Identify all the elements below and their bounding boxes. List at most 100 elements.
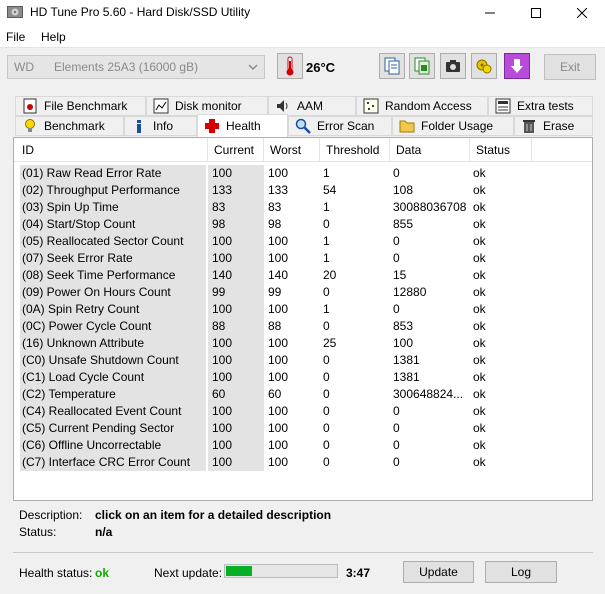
cell-data: 1381 [393,353,420,367]
divider [13,552,593,553]
table-row[interactable]: (C7) Interface CRC Error Count 100 100 0 0 ok [14,454,592,471]
cell-data: 1381 [393,370,420,384]
tab-aam[interactable]: AAM [268,96,356,116]
cell-status: ok [473,251,486,265]
cell-data: 300648824... [393,387,464,401]
tab-label: Info [153,119,174,133]
table-row[interactable]: (08) Seek Time Performance 140 140 20 15 ok [14,267,592,284]
health-cross-icon [205,119,219,133]
tab-benchmark[interactable]: Benchmark [15,116,124,136]
tab-label: Disk monitor [175,99,242,113]
copy-image-button[interactable] [409,53,435,79]
cell-id: (05) Reallocated Sector Count [20,233,206,250]
cell-worst: 99 [268,285,282,299]
table-row[interactable]: (09) Power On Hours Count 99 99 0 12880 ok [14,284,592,301]
tab-file-benchmark[interactable]: File Benchmark [15,96,146,116]
table-row[interactable]: (C0) Unsafe Shutdown Count 100 100 0 1381 ok [14,352,592,369]
table-row[interactable]: (02) Throughput Performance 133 133 54 108 ok [14,182,592,199]
drive-select[interactable]: WD Elements 25A3 (16000 gB) [7,55,265,79]
cell-threshold: 0 [323,421,330,435]
maximize-button[interactable] [513,0,559,26]
camera-icon [446,60,460,72]
cell-threshold: 1 [323,166,330,180]
header-id[interactable]: ID [14,138,208,162]
table-row[interactable]: (0A) Spin Retry Count 100 100 1 0 ok [14,301,592,318]
table-row[interactable]: (01) Raw Read Error Rate 100 100 1 0 ok [14,165,592,182]
cell-worst: 100 [268,302,289,316]
countdown: 3:47 [346,566,371,580]
drive-model: Elements 25A3 (16000 gB) [54,60,199,74]
health-status-label: Health status: [19,566,93,580]
table-row[interactable]: (C2) Temperature 60 60 0 300648824... ok [14,386,592,403]
cell-data: 0 [393,404,400,418]
header-threshold[interactable]: Threshold [320,138,390,162]
menu-help[interactable]: Help [41,30,66,44]
screenshot-button[interactable] [440,53,466,79]
health-status-value: ok [95,566,110,580]
cell-worst: 100 [268,404,289,418]
cell-threshold: 25 [323,336,337,350]
cell-data: 15 [393,268,407,282]
cell-worst: 88 [268,319,282,333]
cell-id: (0C) Power Cycle Count [20,318,206,335]
cell-status: ok [473,302,486,316]
window-title: HD Tune Pro 5.60 - Hard Disk/SSD Utility [30,5,251,19]
cell-status: ok [473,404,486,418]
maximize-icon [531,8,541,18]
cell-current: 100 [208,369,264,386]
table-row[interactable]: (C1) Load Cycle Count 100 100 0 1381 ok [14,369,592,386]
table-row[interactable]: (07) Seek Error Rate 100 100 1 0 ok [14,250,592,267]
header-worst[interactable]: Worst [264,138,320,162]
table-row[interactable]: (04) Start/Stop Count 98 98 0 855 ok [14,216,592,233]
tab-label: Random Access [385,99,472,113]
tab-error-scan[interactable]: Error Scan [288,116,392,136]
cell-current: 100 [208,352,264,369]
cell-threshold: 54 [323,183,337,197]
cell-worst: 83 [268,200,282,214]
cell-id: (C0) Unsafe Shutdown Count [20,352,206,369]
menu-file[interactable]: File [6,30,25,44]
options-button[interactable] [471,53,497,79]
table-row[interactable]: (C6) Offline Uncorrectable 100 100 0 0 ok [14,437,592,454]
cell-id: (C2) Temperature [20,386,206,403]
table-row[interactable]: (16) Unknown Attribute 100 100 25 100 ok [14,335,592,352]
status-value: n/a [95,525,113,539]
header-current[interactable]: Current [208,138,264,162]
tab-health[interactable]: Health [197,114,288,137]
table-row[interactable]: (C4) Reallocated Event Count 100 100 0 0 ok [14,403,592,420]
cell-threshold: 20 [323,268,337,282]
header-status[interactable]: Status [470,138,532,162]
table-row[interactable]: (C5) Current Pending Sector 100 100 0 0 ok [14,420,592,437]
tab-random-access[interactable]: Random Access [356,96,488,116]
cell-threshold: 1 [323,200,330,214]
tab-extra-tests[interactable]: Extra tests [488,96,593,116]
table-row[interactable]: (05) Reallocated Sector Count 100 100 1 0 ok [14,233,592,250]
cell-data: 855 [393,217,414,231]
tab-disk-monitor[interactable]: Disk monitor [146,96,268,116]
tab-label: Extra tests [517,99,574,113]
speaker-icon [277,100,288,112]
update-button[interactable]: Update [403,561,474,583]
tab-erase[interactable]: Erase [514,116,593,136]
header-data[interactable]: Data [390,138,470,162]
copy-text-button[interactable] [379,53,405,79]
cell-id: (02) Throughput Performance [20,182,206,199]
exit-button[interactable]: Exit [544,54,596,80]
cell-data: 0 [393,421,400,435]
tab-folder-usage[interactable]: Folder Usage [392,116,514,136]
save-button[interactable] [504,53,530,79]
log-button[interactable]: Log [485,561,557,583]
smart-table[interactable]: ID Current Worst Threshold Data Status (… [13,137,593,501]
title-bar: HD Tune Pro 5.60 - Hard Disk/SSD Utility [0,0,605,26]
minimize-button[interactable] [467,0,513,26]
tab-info[interactable]: Info [124,116,197,136]
cell-current: 100 [208,165,264,182]
cell-current: 83 [208,199,264,216]
close-button[interactable] [559,0,605,26]
temperature-button[interactable] [277,53,303,79]
table-row[interactable]: (0C) Power Cycle Count 88 88 0 853 ok [14,318,592,335]
cell-worst: 100 [268,370,289,384]
table-row[interactable]: (03) Spin Up Time 83 83 1 30088036708 ok [14,199,592,216]
cell-status: ok [473,387,486,401]
cell-worst: 100 [268,251,289,265]
